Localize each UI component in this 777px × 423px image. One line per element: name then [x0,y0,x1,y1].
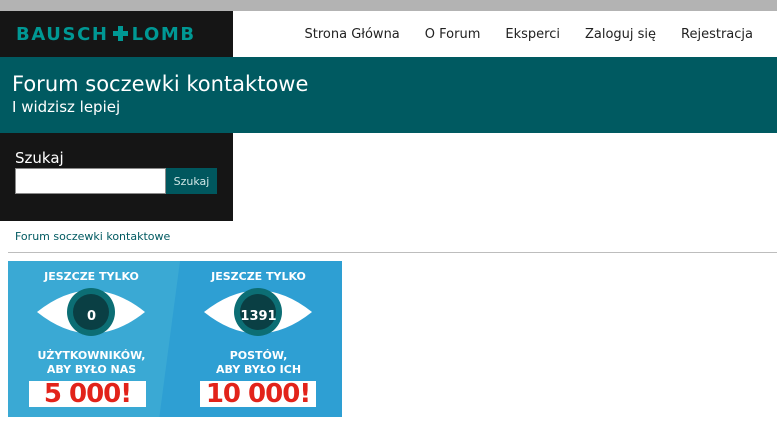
promo-users-heading: JESZCZE TYLKO [44,270,139,283]
nav-register[interactable]: Rejestracja [681,27,753,42]
search-row: Szukaj [15,168,233,194]
brand-logo[interactable]: BAUSCH LOMB [0,11,233,57]
search-input[interactable] [15,168,166,194]
site-title: Forum soczewki kontaktowe [12,72,309,96]
promo-users-goal: 5 000! [29,381,146,407]
site-subtitle: I widzisz lepiej [12,98,121,116]
search-panel: Szukaj Szukaj [0,133,233,221]
promo-posts-count: 1391 [240,309,277,324]
promo-users-caption: UŻYTKOWNIKÓW, ABY BYŁO NAS [8,349,175,377]
promo-banner[interactable]: JESZCZE TYLKO 0 UŻYTKOWNIKÓW, ABY BYŁO N… [8,261,342,417]
logo-right-word: LOMB [131,23,196,45]
logo-left-word: BAUSCH [16,23,109,45]
promo-users-caption-line2: ABY BYŁO NAS [46,363,137,376]
promo-users-panel: JESZCZE TYLKO 0 UŻYTKOWNIKÓW, ABY BYŁO N… [8,261,175,417]
page: BAUSCH LOMB Strona Główna O Forum Eksperc… [0,0,777,423]
promo-posts-panel: JESZCZE TYLKO 1391 POSTÓW, ABY BYŁO ICH … [175,261,342,417]
site-banner: Forum soczewki kontaktowe I widzisz lepi… [0,57,777,133]
breadcrumb-forum[interactable]: Forum soczewki kontaktowe [15,230,170,243]
promo-users-count: 0 [86,309,97,324]
top-strip [0,0,777,11]
nav-about-forum[interactable]: O Forum [425,27,481,42]
promo-users-caption-line1: UŻYTKOWNIKÓW, [37,349,146,362]
divider [8,252,777,253]
promo-posts-caption-line2: ABY BYŁO ICH [215,363,302,376]
logo-text: BAUSCH LOMB [16,24,196,45]
search-button[interactable]: Szukaj [166,168,217,194]
promo-posts-goal: 10 000! [200,381,316,407]
nav-experts[interactable]: Eksperci [505,27,560,42]
promo-posts-caption: POSTÓW, ABY BYŁO ICH [175,349,342,377]
main-nav: Strona Główna O Forum Eksperci Zaloguj s… [305,11,777,57]
search-label: Szukaj [15,149,64,167]
promo-posts-heading: JESZCZE TYLKO [211,270,306,283]
nav-home[interactable]: Strona Główna [305,27,400,42]
nav-login[interactable]: Zaloguj się [585,27,656,42]
logo-cross-icon [112,25,128,41]
promo-posts-caption-line1: POSTÓW, [229,349,288,362]
